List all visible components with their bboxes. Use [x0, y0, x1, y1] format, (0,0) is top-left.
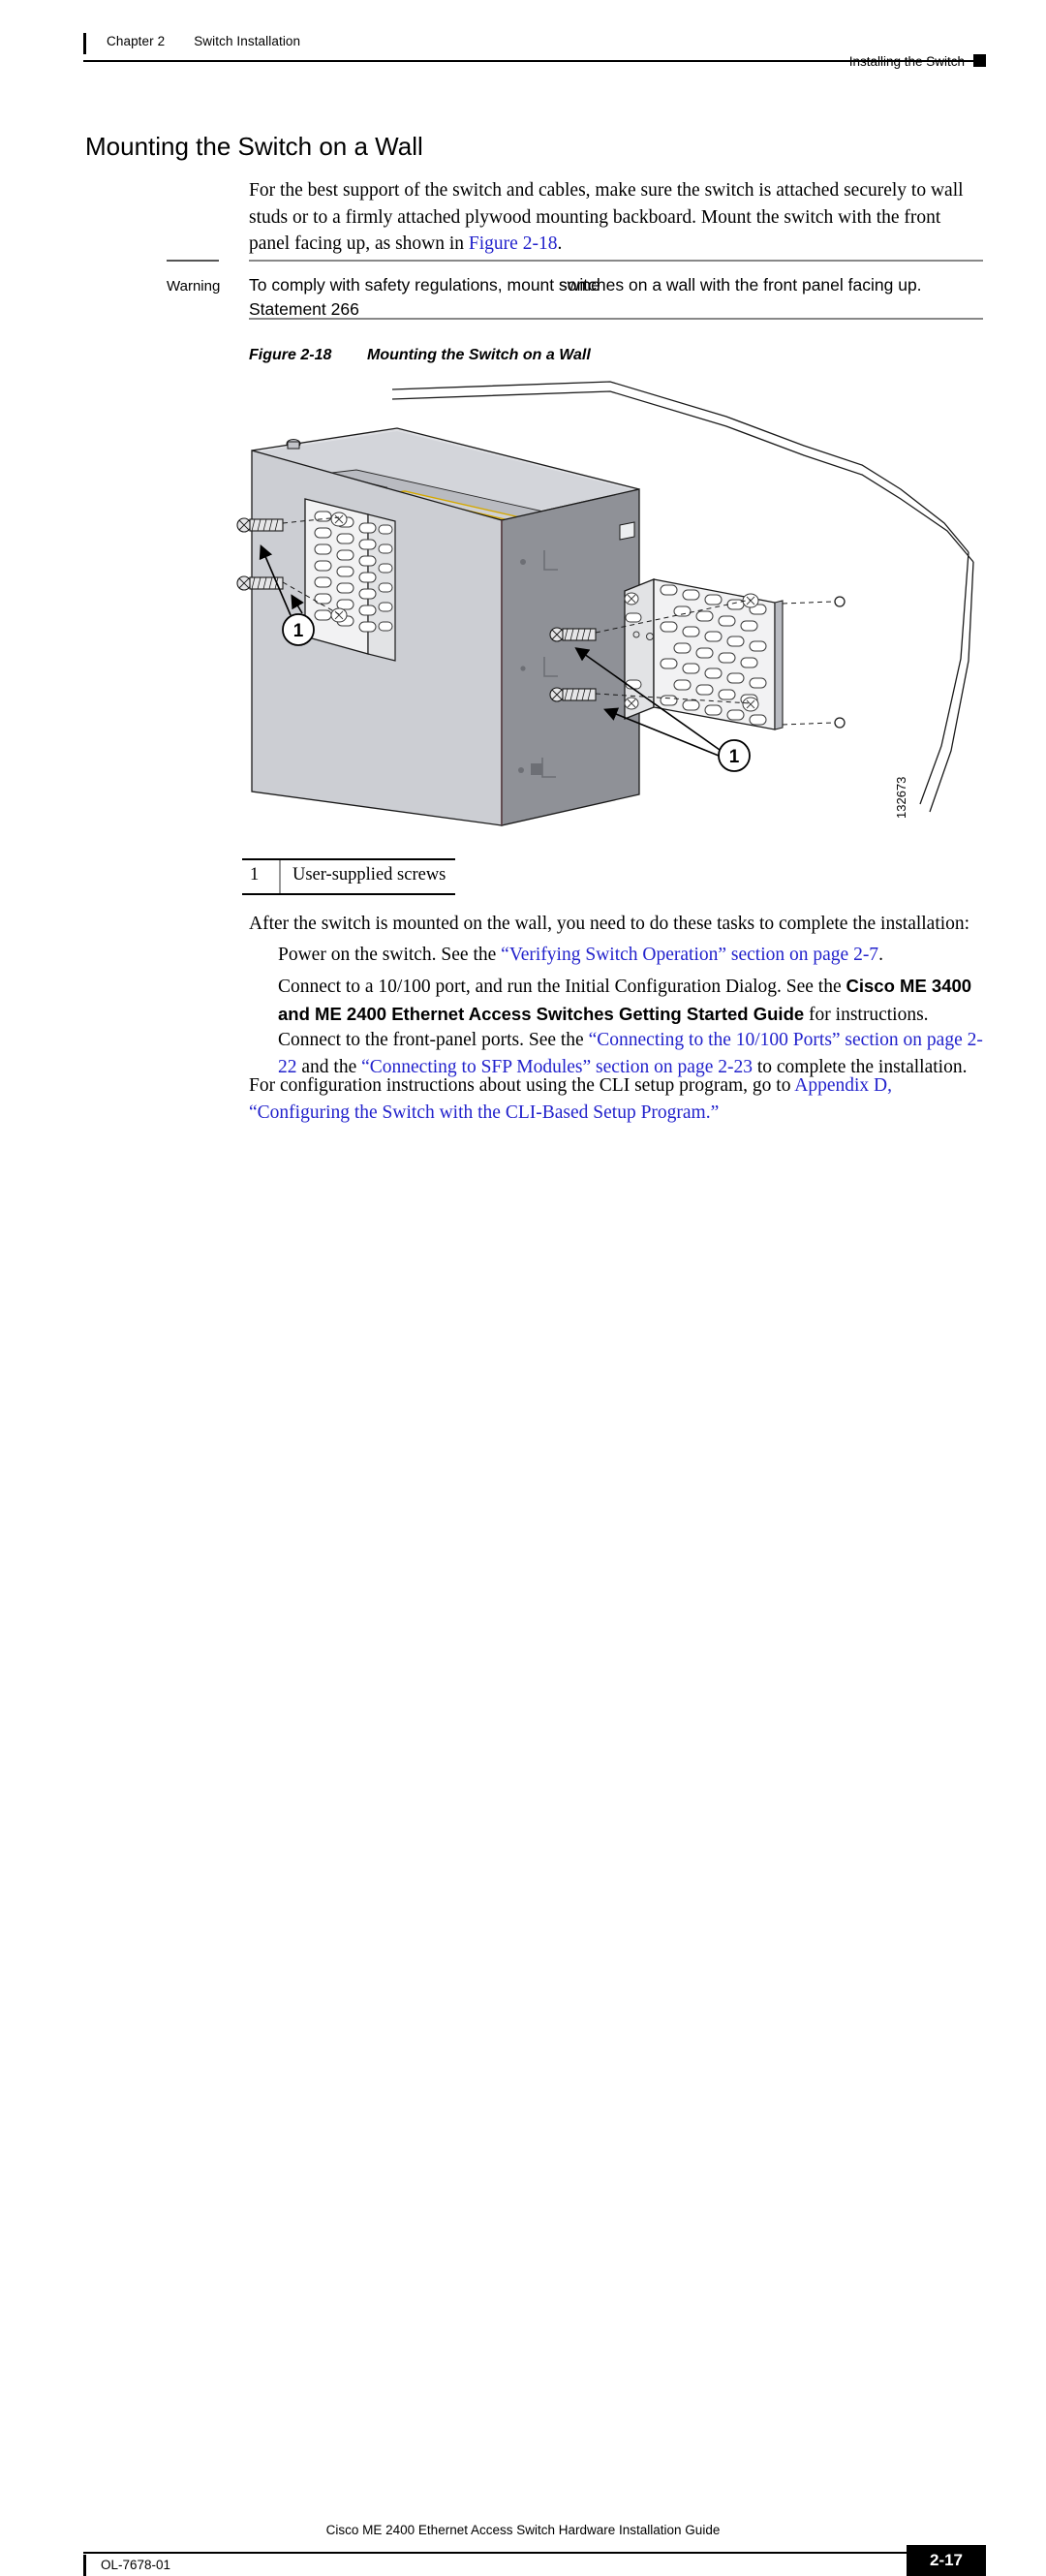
legend-text: User-supplied screws: [292, 865, 446, 885]
legend-column-divider: [279, 860, 281, 893]
warning-text-part1: To comply with safety regulations, mount: [249, 275, 560, 295]
callout-right-number: 1: [729, 747, 740, 767]
task1-text-2: .: [878, 945, 883, 965]
intro-text-1: For the best support of the switch and c…: [249, 180, 964, 254]
closing-text-1: For configuration instructions about usi…: [249, 1075, 795, 1096]
header-change-bar: [83, 33, 86, 54]
warning-label-rule: [167, 260, 219, 262]
screw: [236, 575, 284, 591]
warning-top-rule: [249, 260, 983, 262]
page-footer: Cisco ME 2400 Ethernet Access Switch Har…: [0, 1257, 1046, 2576]
legend-bottom-rule: [242, 893, 455, 895]
legend-number: 1: [250, 865, 260, 885]
figure-title: Mounting the Switch on a Wall: [367, 347, 591, 363]
page-header: Chapter 2 Switch Installation Installing …: [0, 0, 1046, 78]
intro-text-2: .: [557, 233, 563, 254]
right-mounting-bracket: [624, 578, 784, 730]
screw: [549, 627, 597, 642]
warning-word-front: some: [559, 275, 600, 295]
figure-link[interactable]: Figure 2-18: [469, 233, 558, 254]
left-mounting-bracket: [304, 498, 396, 662]
task2-text-1: Connect to a 10/100 port, and run the In…: [278, 977, 846, 997]
screw: [549, 687, 597, 702]
warning-text-part2: on a wall with the front panel facing up…: [624, 275, 922, 295]
figure-number: Figure 2-18: [249, 347, 332, 363]
footer-document-number: OL-7678-01: [101, 2558, 171, 2572]
task-item-2: Connect to a 10/100 port, and run the In…: [278, 973, 987, 1028]
header-chapter: Chapter 2 Switch Installation: [107, 34, 300, 48]
header-chapter-number: Chapter 2: [107, 34, 166, 48]
closing-paragraph: For configuration instructions about usi…: [249, 1072, 987, 1126]
warning-text: To comply with safety regulations, mount…: [249, 273, 987, 322]
wall-hole-top: [834, 596, 846, 607]
wall-hole-bottom: [834, 717, 846, 729]
post-figure-lead: After the switch is mounted on the wall,…: [249, 914, 970, 934]
wall-mount-illustration: 1 1 132673: [236, 381, 974, 826]
warning-statement: Statement 266: [249, 299, 359, 319]
warning-label: Warning: [167, 278, 221, 295]
warning-overlapping-words: switches some: [559, 273, 624, 297]
legend-top-rule: [242, 858, 455, 860]
intro-paragraph: For the best support of the switch and c…: [249, 177, 985, 258]
task2-text-2: for instructions.: [804, 1004, 929, 1025]
callout-left-number: 1: [293, 621, 304, 641]
footer-page-number: 2-17: [907, 2545, 986, 2576]
figure-caption: Figure 2-18 Mounting the Switch on a Wall: [249, 347, 591, 364]
footer-change-bar: [83, 2555, 86, 2576]
figure-artwork: 1 1 132673: [223, 378, 1007, 853]
verifying-switch-operation-link[interactable]: “Verifying Switch Operation” section on …: [501, 945, 878, 965]
footer-rule: [83, 2552, 984, 2554]
artwork-id: 132673: [894, 777, 908, 819]
chassis-knob: [286, 439, 301, 450]
screw: [236, 517, 284, 533]
header-square-marker: [973, 54, 986, 67]
task-item-1: Power on the switch. See the “Verifying …: [278, 942, 987, 969]
task1-text-1: Power on the switch. See the: [278, 945, 502, 965]
footer-document-title: Cisco ME 2400 Ethernet Access Switch Har…: [325, 2523, 721, 2537]
page-title: Mounting the Switch on a Wall: [85, 132, 423, 161]
task3-text-1: Connect to the front-panel ports. See th…: [278, 1030, 589, 1050]
header-chapter-title: Switch Installation: [194, 34, 301, 48]
header-running-head: Installing the Switch: [848, 54, 965, 69]
